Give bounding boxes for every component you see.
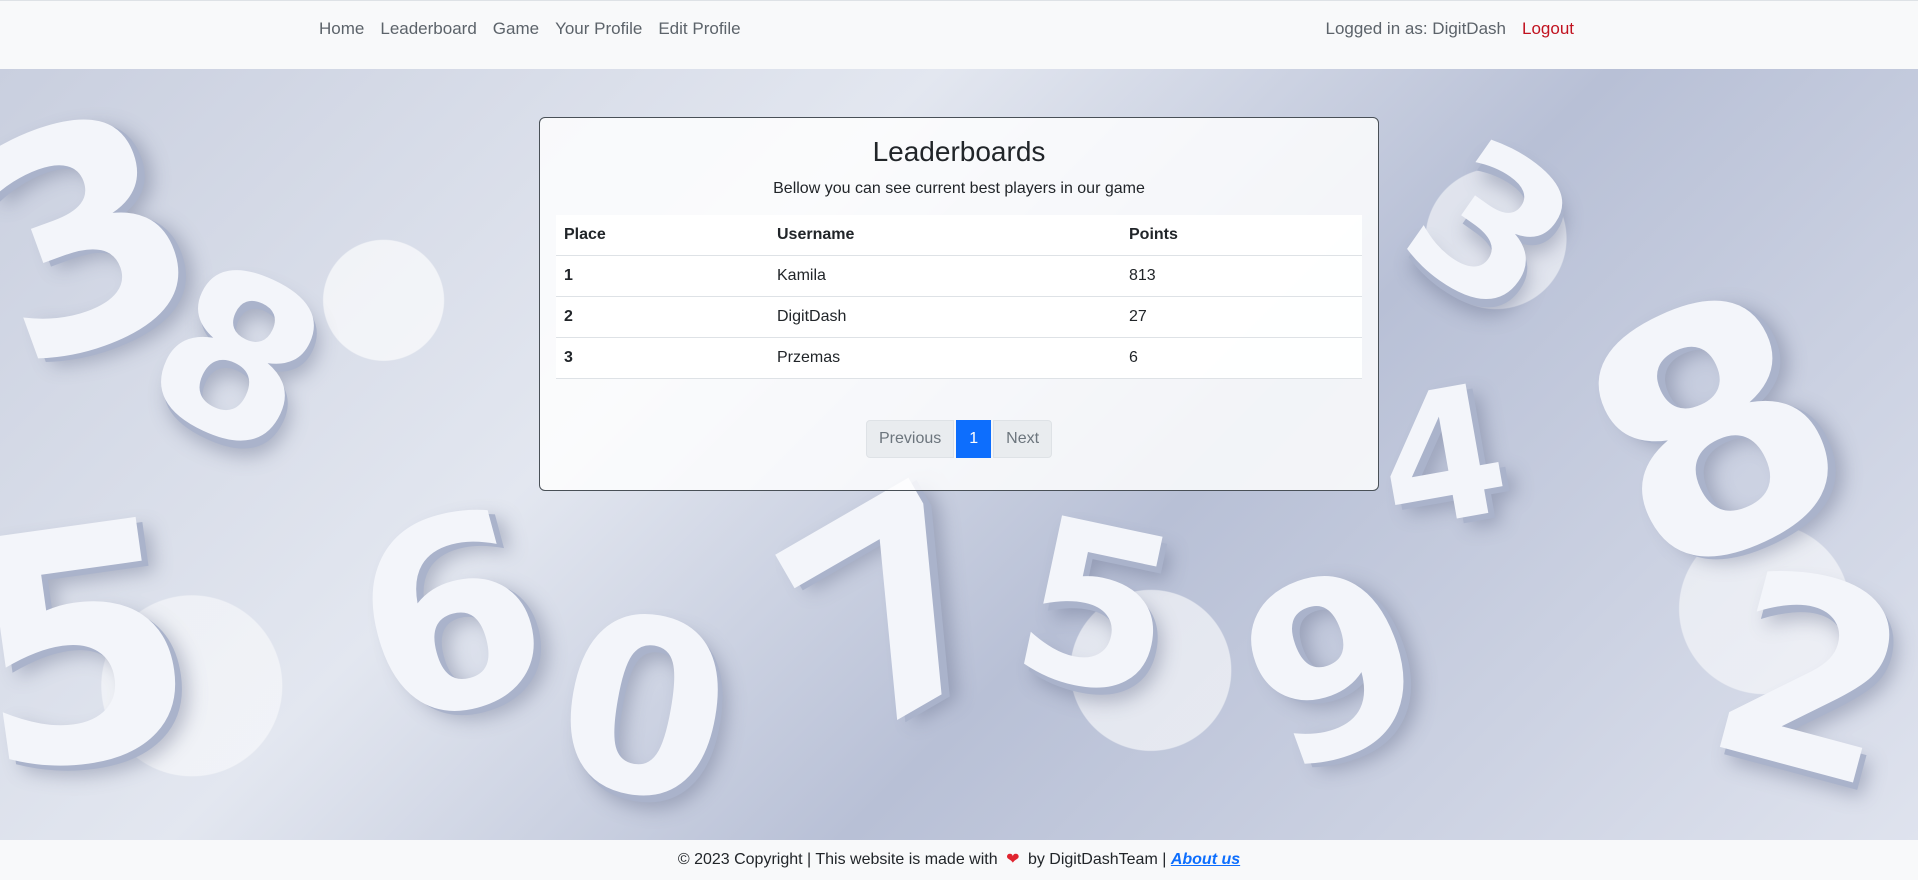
background-digit-decoration: 4 (1362, 344, 1523, 573)
page-subtitle: Bellow you can see current best players … (773, 180, 1145, 197)
about-us-link[interactable]: About us (1171, 851, 1240, 868)
heart-icon: ❤ (1006, 851, 1020, 868)
table-header-row: Place Username Points (556, 215, 1362, 256)
footer-team-text: by DigitDashTeam | (1027, 851, 1167, 868)
points-cell: 6 (1121, 337, 1362, 379)
background-digit-decoration: 9 (1207, 508, 1460, 830)
table-row: 3 Przemas 6 (556, 337, 1362, 379)
logged-in-label: Logged in as: DigitDash (1325, 19, 1506, 38)
page-footer: © 2023 Copyright | This website is made … (0, 840, 1918, 880)
table-row: 2 DigitDash 27 (556, 296, 1362, 338)
current-page-button[interactable]: 1 (956, 420, 992, 458)
nav-your-profile-link[interactable]: Your Profile (547, 19, 650, 39)
page-title: Leaderboards (872, 136, 1046, 167)
top-navbar: Home Leaderboard Game Your Profile Edit … (0, 0, 1918, 69)
nav-game-link[interactable]: Game (485, 19, 547, 39)
background-digit-decoration: 5 (0, 449, 218, 840)
username-cell: DigitDash (769, 296, 1121, 338)
username-cell: Kamila (769, 255, 1121, 297)
points-cell: 27 (1121, 296, 1362, 338)
username-cell: Przemas (769, 337, 1121, 379)
points-cell: 813 (1121, 255, 1362, 297)
logout-link[interactable]: Logout (1522, 19, 1574, 39)
nav-user-area: Logged in as: DigitDash Logout (1325, 19, 1574, 39)
previous-page-button[interactable]: Previous (866, 420, 955, 458)
place-cell: 1 (556, 255, 769, 297)
leaderboard-table: Place Username Points 1 Kamila 813 2 Dig… (556, 215, 1362, 379)
leaderboard-card: Leaderboards Bellow you can see current … (539, 117, 1379, 491)
footer-copyright-text: © 2023 Copyright | This website is made … (677, 851, 998, 868)
place-cell: 2 (556, 296, 769, 338)
column-header-points: Points (1121, 215, 1362, 256)
background-digit-decoration: 6 (324, 449, 577, 789)
pagination: Previous 1 Next (866, 420, 1053, 458)
column-header-place: Place (556, 215, 769, 256)
table-row: 1 Kamila 813 (556, 255, 1362, 297)
place-cell: 3 (556, 337, 769, 379)
nav-home-link[interactable]: Home (311, 19, 372, 39)
nav-edit-profile-link[interactable]: Edit Profile (650, 19, 748, 39)
column-header-username: Username (769, 215, 1121, 256)
background-digit-decoration: 5 (995, 467, 1199, 751)
background-digit-decoration: 0 (536, 556, 751, 840)
nav-leaderboard-link[interactable]: Leaderboard (372, 19, 484, 39)
next-page-button[interactable]: Next (993, 420, 1053, 458)
nav-links: Home Leaderboard Game Your Profile Edit … (311, 19, 749, 39)
